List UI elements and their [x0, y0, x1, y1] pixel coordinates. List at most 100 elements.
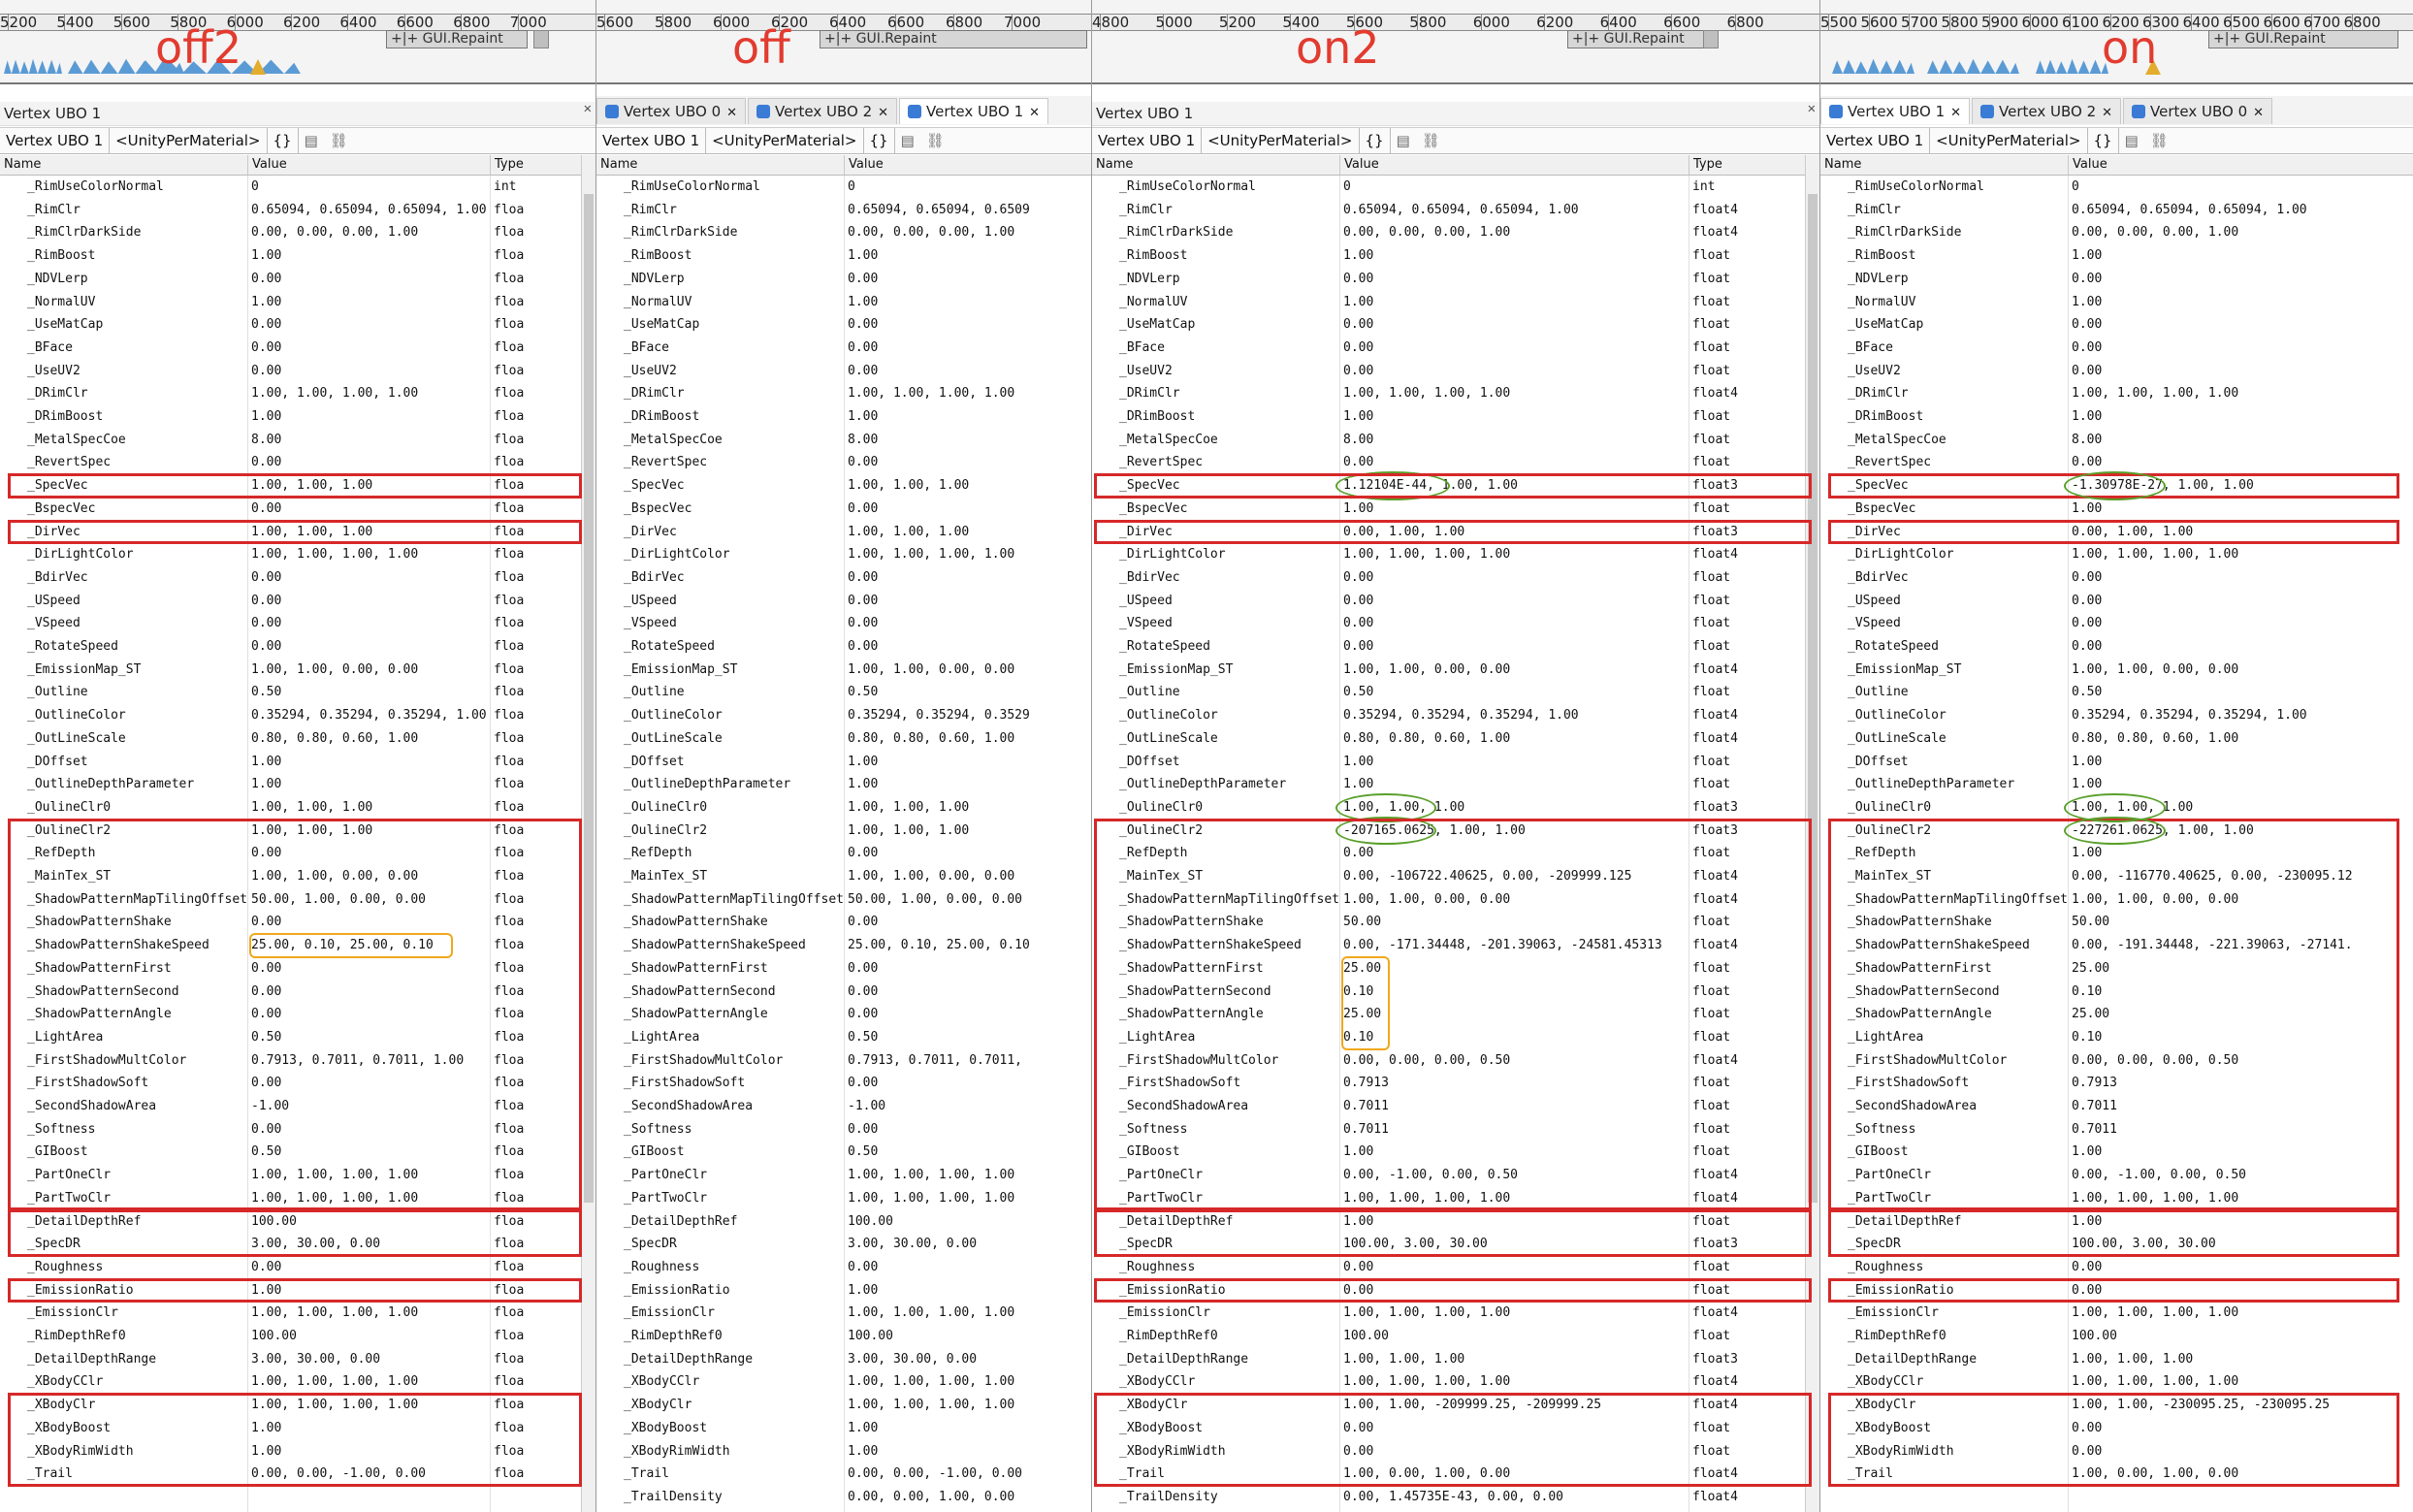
table-row[interactable]: _RimDepthRef0 100.00	[596, 1325, 1091, 1348]
column-header-value[interactable]: Value	[2068, 155, 2107, 175]
table-row[interactable]: _USpeed 0.00	[1820, 590, 2413, 613]
table-row[interactable]: _TrailDensity 0.00, 0.00, 1.00, 0.00	[596, 1486, 1091, 1509]
table-row[interactable]: _EmissionClr 1.00, 1.00, 1.00, 1.00	[596, 1302, 1091, 1325]
table-row[interactable]: _EmissionMap_ST 1.00, 1.00, 0.00, 0.00 flo…	[1092, 659, 1819, 682]
table-row[interactable]: _BFace 0.00 floa	[0, 337, 595, 360]
table-row[interactable]: _OutlineColor 0.35294, 0.35294, 0.35294, …	[0, 704, 595, 727]
table-row[interactable]: _UseUV2 0.00 float	[1092, 360, 1819, 383]
table-row[interactable]: _RimClrDarkSide 0.00, 0.00, 0.00, 1.00	[1820, 221, 2413, 244]
table-row[interactable]: _BspecVec 1.00	[1820, 498, 2413, 521]
gui-repaint-marker[interactable]: +|+ GUI.Repaint	[2208, 30, 2398, 48]
table-row[interactable]: _Roughness 0.00	[1820, 1256, 2413, 1279]
table-row[interactable]: _DetailDepthRange 3.00, 30.00, 0.00 floa	[0, 1348, 595, 1371]
table-row[interactable]: _RevertSpec 0.00	[596, 451, 1091, 474]
braces-button[interactable]: {}	[1360, 128, 1391, 153]
table-row[interactable]: _NDVLerp 0.00	[596, 268, 1091, 291]
tab-vertex-ubo-2[interactable]: Vertex UBO 2 ✕	[748, 98, 898, 124]
table-row[interactable]: _XBodyClr 1.00, 1.00, 1.00, 1.00	[596, 1394, 1091, 1417]
close-icon[interactable]: ✕	[2102, 106, 2112, 120]
struct-selector[interactable]: <UnityPerMaterial>	[1202, 128, 1360, 153]
struct-selector[interactable]: <UnityPerMaterial>	[1930, 128, 2088, 153]
table-row[interactable]: _DirLightColor 1.00, 1.00, 1.00, 1.00 floa	[0, 543, 595, 566]
table-row[interactable]: _DRimClr 1.00, 1.00, 1.00, 1.00 floa	[0, 382, 595, 405]
table-row[interactable]: _Outline 0.50 floa	[0, 681, 595, 704]
save-icon[interactable]: ▤	[299, 128, 324, 153]
table-row[interactable]: _BdirVec 0.00	[1820, 566, 2413, 590]
column-header-name[interactable]: Name	[1820, 155, 1861, 175]
column-header-name[interactable]: Name	[1092, 155, 1133, 175]
table-row[interactable]: _VSpeed 0.00 float	[1092, 612, 1819, 635]
table-row[interactable]: _OutlineDepthParameter 1.00 floa	[0, 773, 595, 796]
table-row[interactable]: _OulineClr2 1.00, 1.00, 1.00	[596, 820, 1091, 843]
table-row[interactable]: _ShadowPatternMapTilingOffset 50.00, 1.00…	[596, 888, 1091, 912]
table-row[interactable]: _DetailDepthRef 100.00	[596, 1210, 1091, 1234]
timeline-scrollbar[interactable]	[1703, 30, 1719, 48]
table-row[interactable]: _DRimClr 1.00, 1.00, 1.00, 1.00	[596, 382, 1091, 405]
table-row[interactable]: _BFace 0.00	[1820, 337, 2413, 360]
table-row[interactable]: _ShadowPatternSecond 0.00	[596, 981, 1091, 1004]
table-row[interactable]: _SpecVec 1.00, 1.00, 1.00	[596, 474, 1091, 498]
gui-repaint-marker[interactable]: +|+ GUI.Repaint	[1567, 30, 1704, 48]
table-row[interactable]: _PartOneClr 1.00, 1.00, 1.00, 1.00	[596, 1164, 1091, 1187]
struct-selector[interactable]: <UnityPerMaterial>	[110, 128, 268, 153]
table-row[interactable]: _NDVLerp 0.00 float	[1092, 268, 1819, 291]
tab-vertex-ubo-2[interactable]: Vertex UBO 2 ✕	[1972, 98, 2122, 124]
close-icon[interactable]: ✕	[726, 106, 737, 120]
table-row[interactable]: _MetalSpecCoe 8.00	[596, 429, 1091, 452]
column-header-value[interactable]: Value	[1339, 155, 1379, 175]
table-row[interactable]: _EmissionRatio 1.00	[596, 1279, 1091, 1303]
table-row[interactable]: _OutlineDepthParameter 1.00 float	[1092, 773, 1819, 796]
link-icon[interactable]: ⛓	[2144, 128, 2174, 153]
table-row[interactable]: _Roughness 0.00	[596, 1256, 1091, 1279]
table-row[interactable]: _XBodyBoost 1.00	[596, 1417, 1091, 1440]
table-row[interactable]: _RimBoost 1.00 float	[1092, 244, 1819, 268]
table-row[interactable]: _MainTex_ST 1.00, 1.00, 0.00, 0.00	[596, 865, 1091, 888]
table-row[interactable]: _OutLineScale 0.80, 0.80, 0.60, 1.00	[1820, 727, 2413, 751]
close-icon[interactable]: ✕	[1950, 106, 1961, 120]
column-header-value[interactable]: Value	[247, 155, 287, 175]
table-row[interactable]: _Softness 0.00	[596, 1118, 1091, 1142]
table-row[interactable]: _DetailDepthRange 1.00, 1.00, 1.00 float3	[1092, 1348, 1819, 1371]
table-row[interactable]: _RimDepthRef0 100.00	[1820, 1325, 2413, 1348]
table-row[interactable]: _DirLightColor 1.00, 1.00, 1.00, 1.00	[1820, 543, 2413, 566]
table-row[interactable]: _DRimBoost 1.00	[1820, 405, 2413, 429]
table-row[interactable]: _DRimBoost 1.00	[596, 405, 1091, 429]
tab-vertex-ubo-1[interactable]: Vertex UBO 1 ✕	[899, 98, 1049, 124]
table-row[interactable]: _EmissionClr 1.00, 1.00, 1.00, 1.00	[1820, 1302, 2413, 1325]
table-row[interactable]: _OutlineColor 0.35294, 0.35294, 0.35294, …	[1092, 704, 1819, 727]
table-row[interactable]: _USpeed 0.00 float	[1092, 590, 1819, 613]
table-row[interactable]: _RimUseColorNormal 0 int	[1092, 176, 1819, 199]
table-row[interactable]: _RimClrDarkSide 0.00, 0.00, 0.00, 1.00 flo…	[0, 221, 595, 244]
table-row[interactable]: _VSpeed 0.00 floa	[0, 612, 595, 635]
save-icon[interactable]: ▤	[2119, 128, 2144, 153]
table-row[interactable]: _Outline 0.50	[596, 681, 1091, 704]
table-row[interactable]: _Outline 0.50	[1820, 681, 2413, 704]
table-row[interactable]: _DOffset 1.00	[1820, 751, 2413, 774]
table-row[interactable]: _VSpeed 0.00	[596, 612, 1091, 635]
table-row[interactable]: _UseUV2 0.00	[596, 360, 1091, 383]
table-row[interactable]: _BdirVec 0.00 float	[1092, 566, 1819, 590]
table-row[interactable]: _DRimBoost 1.00 floa	[0, 405, 595, 429]
table-row[interactable]: _OutLineScale 0.80, 0.80, 0.60, 1.00 floa	[0, 727, 595, 751]
table-row[interactable]: _ShadowPatternAngle 0.00	[596, 1003, 1091, 1026]
table-row[interactable]: _Roughness 0.00 float	[1092, 1256, 1819, 1279]
table-row[interactable]: _OulineClr0 1.00, 1.00, 1.00	[596, 796, 1091, 820]
gui-repaint-marker[interactable]: +|+ GUI.Repaint	[820, 30, 1087, 48]
table-row[interactable]: _XBodyCClr 1.00, 1.00, 1.00, 1.00	[1820, 1370, 2413, 1394]
table-row[interactable]: _EmissionClr 1.00, 1.00, 1.00, 1.00 float4	[1092, 1302, 1819, 1325]
table-row[interactable]: _RotateSpeed 0.00 float	[1092, 635, 1819, 659]
table-row[interactable]: _OutLineScale 0.80, 0.80, 0.60, 1.00	[596, 727, 1091, 751]
table-row[interactable]: _RimClr 0.65094, 0.65094, 0.65094, 1.00 fl…	[1092, 199, 1819, 222]
table-row[interactable]: _FirstShadowMultColor 0.7913, 0.7011, 0.7…	[596, 1049, 1091, 1073]
table-row[interactable]: _RimDepthRef0 100.00 float	[1092, 1325, 1819, 1348]
table-row[interactable]: _DOffset 1.00 floa	[0, 751, 595, 774]
table-row[interactable]: _UseMatCap 0.00	[1820, 313, 2413, 337]
table-row[interactable]: _OutlineDepthParameter 1.00	[596, 773, 1091, 796]
table-row[interactable]: _NormalUV 1.00 float	[1092, 291, 1819, 314]
table-row[interactable]: _DOffset 1.00	[596, 751, 1091, 774]
table-row[interactable]: _RimDepthRef0 100.00 floa	[0, 1325, 595, 1348]
table-row[interactable]: _SpecDR 3.00, 30.00, 0.00	[596, 1233, 1091, 1256]
gui-repaint-marker[interactable]: +|+ GUI.Repaint	[386, 30, 528, 48]
table-row[interactable]: _UseMatCap 0.00 float	[1092, 313, 1819, 337]
table-row[interactable]: _RefDepth 0.00	[596, 842, 1091, 865]
